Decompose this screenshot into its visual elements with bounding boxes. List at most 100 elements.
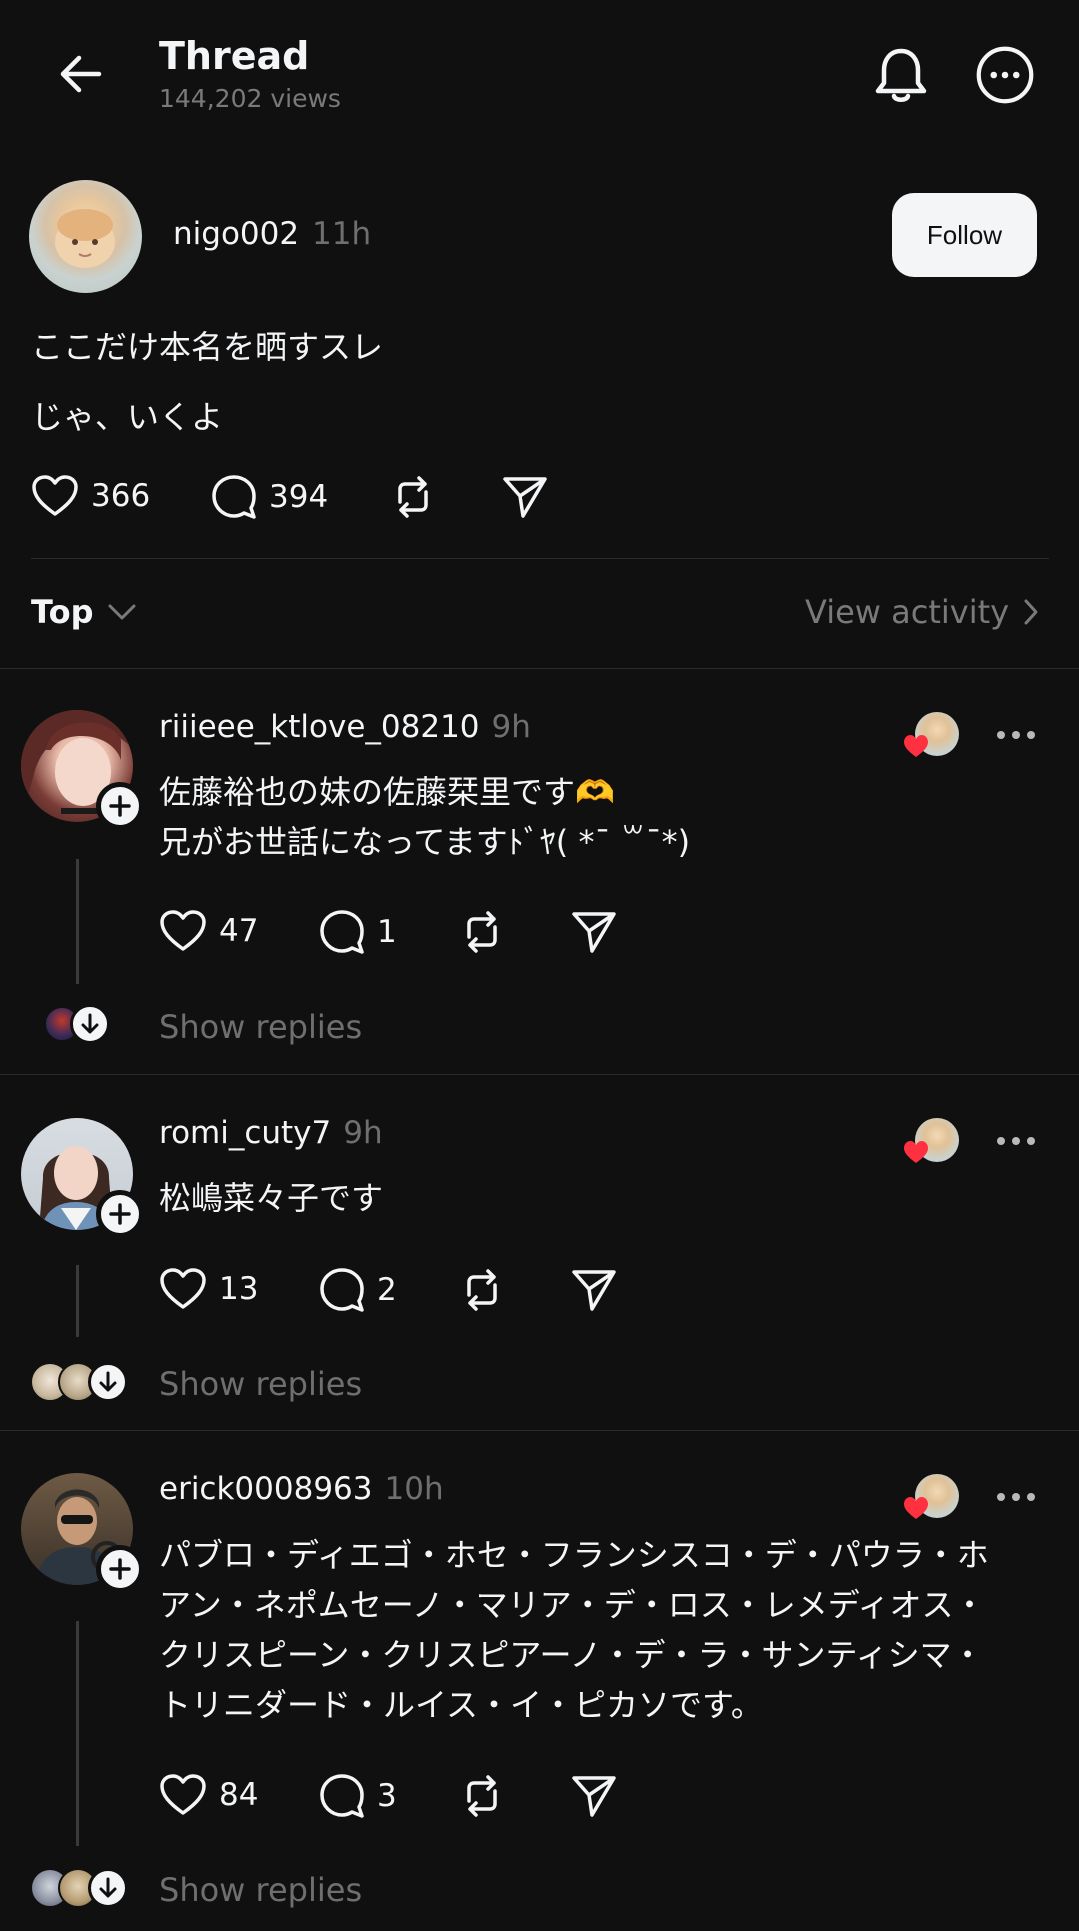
share-icon xyxy=(572,1776,616,1817)
plus-icon xyxy=(109,1558,131,1580)
reply-username[interactable]: erick0008963 xyxy=(159,1471,373,1507)
repost-icon xyxy=(467,1269,497,1311)
view-activity-link[interactable]: View activity xyxy=(805,593,1039,631)
follow-plus-button[interactable] xyxy=(96,1190,144,1238)
sort-label: Top xyxy=(31,593,94,631)
divider xyxy=(31,558,1049,559)
repost-button[interactable] xyxy=(390,474,436,520)
thread-line xyxy=(76,859,79,984)
reply-item: romi_cuty7 9h 松嶋菜々子です 13 2 Show replies xyxy=(0,1075,1079,1430)
reply-username[interactable]: romi_cuty7 xyxy=(159,1115,331,1151)
share-button[interactable] xyxy=(571,1267,617,1313)
show-replies-link[interactable]: Show replies xyxy=(159,1871,362,1909)
like-count: 366 xyxy=(91,478,151,514)
follow-plus-button[interactable] xyxy=(96,1545,144,1593)
thread-line xyxy=(76,1621,79,1846)
more-options-button[interactable] xyxy=(975,45,1035,105)
more-circle-icon xyxy=(976,46,1034,104)
share-button[interactable] xyxy=(571,1773,617,1819)
reply-text: 松嶋菜々子です xyxy=(159,1179,384,1217)
reply-item: riiieee_ktlove_08210 9h 佐藤裕也の妹の佐藤栞里です🫶 兄… xyxy=(0,669,1079,1074)
post-time: 11h xyxy=(312,216,372,252)
plus-icon xyxy=(109,1203,131,1225)
reply-participants xyxy=(30,1362,128,1402)
follow-button[interactable]: Follow xyxy=(892,193,1037,277)
plus-icon xyxy=(109,795,131,817)
share-icon xyxy=(503,477,547,518)
sort-dropdown[interactable]: Top xyxy=(31,593,137,631)
reply-participants xyxy=(30,1868,128,1908)
like-count: 13 xyxy=(219,1271,259,1307)
heart-icon xyxy=(160,1268,206,1309)
repost-icon xyxy=(467,911,497,953)
comment-count: 394 xyxy=(269,479,329,515)
chevron-down-icon xyxy=(108,604,136,620)
like-button[interactable]: 84 xyxy=(159,1773,258,1817)
like-button[interactable]: 13 xyxy=(159,1267,258,1311)
reply-time: 9h xyxy=(491,709,531,745)
view-count: 144,202 views xyxy=(159,84,341,113)
reply-item: erick0008963 10h パブロ・ディエゴ・ホセ・フランシスコ・デ・パウ… xyxy=(0,1431,1079,1931)
comment-button[interactable]: 1 xyxy=(319,909,397,955)
comment-icon xyxy=(320,1268,364,1312)
reply-time: 10h xyxy=(384,1471,444,1507)
like-button[interactable]: 366 xyxy=(31,474,150,518)
show-replies-link[interactable]: Show replies xyxy=(159,1365,362,1403)
reply-participants xyxy=(44,1004,110,1044)
arrow-down-icon xyxy=(81,1013,99,1034)
show-replies-link[interactable]: Show replies xyxy=(159,1008,362,1046)
repost-button[interactable] xyxy=(459,1267,505,1313)
reply-time: 9h xyxy=(343,1115,383,1151)
reply-username[interactable]: riiieee_ktlove_08210 xyxy=(159,709,480,745)
comment-icon xyxy=(320,910,364,954)
expand-replies-badge[interactable] xyxy=(88,1362,128,1402)
share-button[interactable] xyxy=(502,474,548,520)
reply-text: 佐藤裕也の妹の佐藤栞里です🫶 兄がお世話になってますﾄﾞﾔ( *¯ ꒳¯*) xyxy=(159,773,691,861)
back-button[interactable] xyxy=(50,44,110,104)
like-count: 47 xyxy=(219,913,259,949)
liked-heart-icon xyxy=(904,1497,928,1519)
repost-icon xyxy=(398,476,428,518)
liked-heart-icon xyxy=(904,735,928,757)
arrow-down-icon xyxy=(99,1371,117,1392)
comment-count: 1 xyxy=(377,914,397,950)
share-icon xyxy=(572,912,616,953)
post-text-line-2: じゃ、いくよ xyxy=(31,398,224,436)
follow-plus-button[interactable] xyxy=(96,782,144,830)
post-text-line-1: ここだけ本名を晒すスレ xyxy=(31,328,384,366)
author-avatar[interactable] xyxy=(29,180,142,293)
repost-button[interactable] xyxy=(459,909,505,955)
reply-more-button[interactable] xyxy=(997,1493,1035,1501)
share-button[interactable] xyxy=(571,909,617,955)
liked-heart-icon xyxy=(904,1141,928,1163)
repost-icon xyxy=(467,1775,497,1817)
bell-icon xyxy=(875,48,927,102)
page-title: Thread xyxy=(159,34,310,78)
comment-button[interactable]: 3 xyxy=(319,1773,397,1819)
expand-replies-badge[interactable] xyxy=(70,1004,110,1044)
comment-count: 2 xyxy=(377,1272,397,1308)
chevron-right-icon xyxy=(1024,599,1038,625)
share-icon xyxy=(572,1270,616,1311)
thread-line xyxy=(76,1265,79,1337)
like-count: 84 xyxy=(219,1777,259,1813)
comment-button[interactable]: 2 xyxy=(319,1267,397,1313)
heart-icon xyxy=(160,1774,206,1815)
reply-more-button[interactable] xyxy=(997,1137,1035,1145)
heart-icon xyxy=(32,475,78,516)
reply-text: パブロ・ディエゴ・ホセ・フランシスコ・デ・パウラ・ホ アン・ネポムセーノ・マリア… xyxy=(159,1536,989,1724)
repost-button[interactable] xyxy=(459,1773,505,1819)
comment-count: 3 xyxy=(377,1778,397,1814)
arrow-down-icon xyxy=(99,1877,117,1898)
comment-button[interactable]: 394 xyxy=(211,474,328,520)
heart-icon xyxy=(160,910,206,951)
comment-icon xyxy=(212,475,256,519)
author-username[interactable]: nigo002 xyxy=(173,216,299,252)
comment-icon xyxy=(320,1774,364,1818)
view-activity-label: View activity xyxy=(805,593,1010,631)
expand-replies-badge[interactable] xyxy=(88,1868,128,1908)
like-button[interactable]: 47 xyxy=(159,909,258,953)
notifications-button[interactable] xyxy=(871,45,931,105)
back-arrow-icon xyxy=(60,55,102,93)
reply-more-button[interactable] xyxy=(997,731,1035,739)
